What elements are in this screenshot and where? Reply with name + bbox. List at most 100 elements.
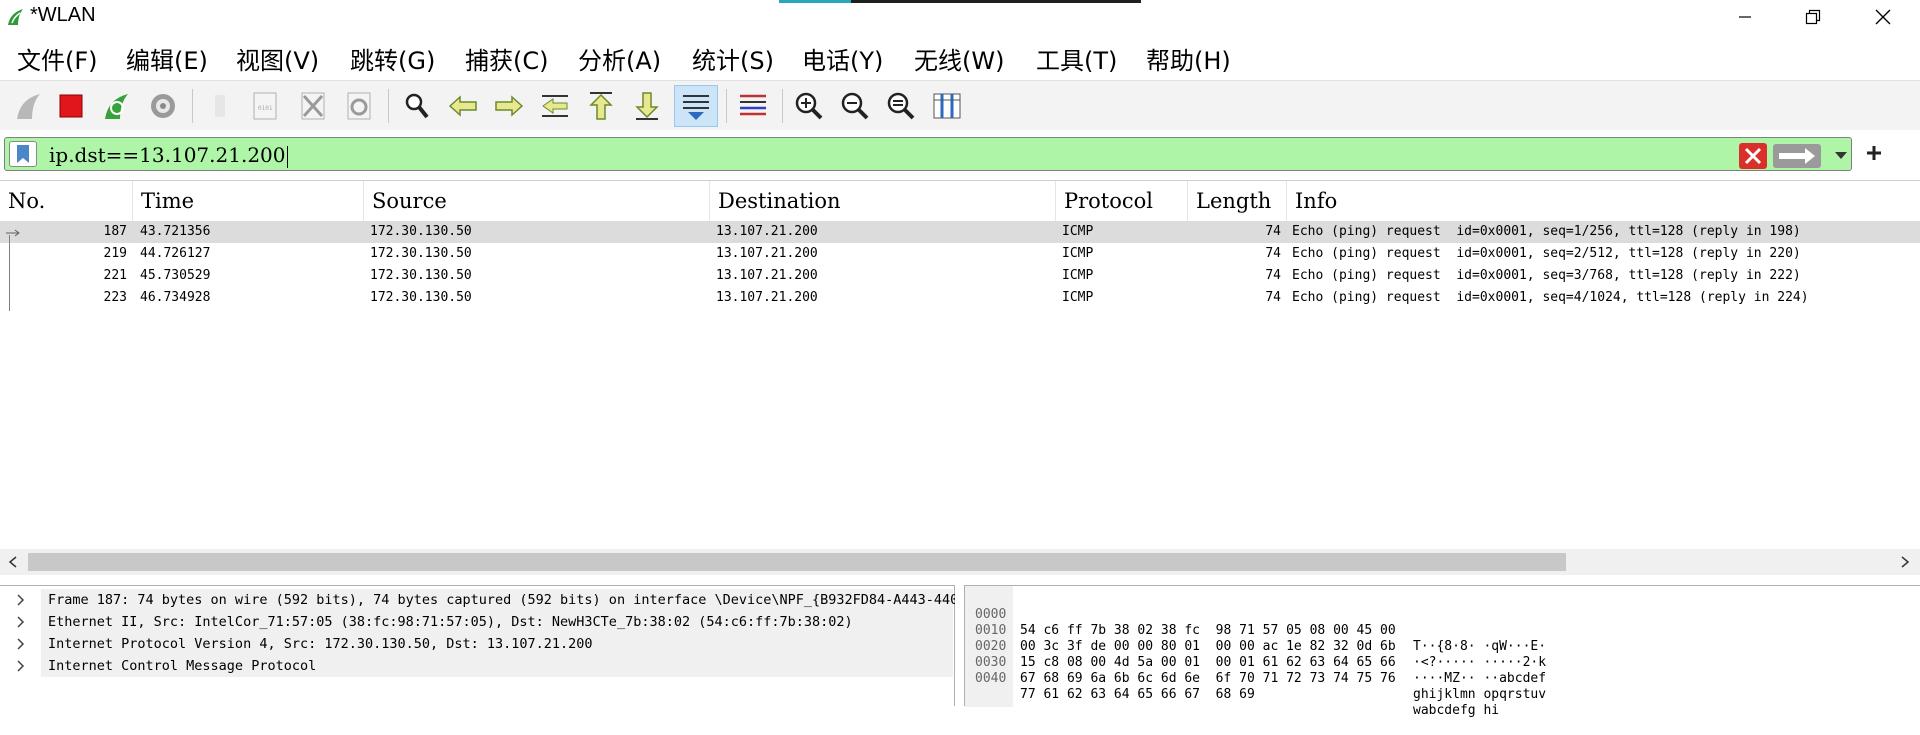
bytes-line[interactable]: 0020 15 c8 08 00 4d 5a 00 01 00 01 61 62… [965, 623, 1546, 686]
chevron-right-icon[interactable] [14, 655, 28, 677]
column-header-length[interactable]: Length [1188, 181, 1287, 221]
restart-capture-icon [105, 94, 128, 119]
packet-length: 74 [1265, 290, 1281, 305]
detail-item-label: Ethernet II, Src: IntelCor_71:57:05 (38:… [41, 611, 953, 633]
capture-options-button[interactable] [144, 87, 182, 125]
close-icon [1875, 9, 1891, 25]
chevron-right-icon[interactable] [14, 611, 28, 633]
packet-source: 172.30.130.50 [370, 224, 472, 239]
detail-tree-item[interactable]: Internet Control Message Protocol [0, 655, 955, 677]
close-file-button[interactable] [294, 87, 332, 125]
bytes-line[interactable]: 0030 67 68 69 6a 6b 6c 6d 6e 6f 70 71 72… [965, 639, 1546, 702]
packet-length: 74 [1265, 268, 1281, 283]
packet-protocol: ICMP [1062, 246, 1094, 261]
detail-tree-item[interactable]: Internet Protocol Version 4, Src: 172.30… [0, 633, 955, 655]
packet-info: Echo (ping) request id=0x0001, seq=1/256… [1292, 224, 1801, 239]
menu-tools[interactable]: 工具(T) [1036, 41, 1117, 76]
bytes-ascii: T··{8·8· ·qW···E· [1413, 639, 1547, 654]
detail-item-label: Internet Control Message Protocol [41, 655, 953, 677]
restart-capture-button[interactable] [98, 87, 136, 125]
go-forward-button[interactable] [490, 87, 528, 125]
zoom-in-button[interactable] [790, 87, 828, 125]
display-filter-bar: ip.dst==13.107.21.200 [0, 134, 1920, 174]
detail-tree-item[interactable]: Frame 187: 74 bytes on wire (592 bits), … [0, 589, 955, 611]
filter-bookmark-button[interactable] [9, 141, 37, 167]
menu-wireless[interactable]: 无线(W) [914, 41, 1004, 76]
chevron-right-icon[interactable] [14, 633, 28, 655]
detail-tree-item[interactable]: Ethernet II, Src: IntelCor_71:57:05 (38:… [0, 611, 955, 633]
menu-statistics[interactable]: 统计(S) [692, 41, 774, 76]
toolbar-separator [192, 89, 193, 123]
close-window-button[interactable] [1848, 0, 1918, 34]
column-header-destination[interactable]: Destination [710, 181, 1056, 221]
column-header-no[interactable]: No. [0, 181, 133, 221]
chevron-right-icon[interactable] [14, 589, 28, 611]
scrollbar-thumb[interactable] [28, 553, 1566, 571]
column-header-info[interactable]: Info [1287, 181, 1920, 221]
packet-row[interactable]: 187 43.721356 172.30.130.50 13.107.21.20… [0, 221, 1920, 243]
find-packet-button[interactable] [398, 87, 436, 125]
bytes-line[interactable]: 0010 00 3c 3f de 00 00 80 01 00 00 ac 1e… [965, 607, 1546, 670]
packet-row[interactable]: 223 46.734928 172.30.130.50 13.107.21.20… [0, 287, 1920, 309]
clear-filter-button[interactable] [1739, 143, 1767, 169]
packet-list-hscrollbar[interactable] [0, 549, 1920, 575]
display-filter-field[interactable]: ip.dst==13.107.21.200 [4, 137, 1852, 171]
packet-row[interactable]: 221 45.730529 172.30.130.50 13.107.21.20… [0, 265, 1920, 287]
toolbar-separator [726, 89, 727, 123]
bytes-line[interactable]: 0040 77 61 62 63 64 65 66 67 68 69 wabcd… [965, 655, 1499, 718]
menu-analyze[interactable]: 分析(A) [578, 41, 661, 76]
main-toolbar: 0101 [0, 80, 1920, 130]
bytes-ascii: ghijklmn opqrstuv [1413, 687, 1547, 702]
menu-capture[interactable]: 捕获(C) [465, 41, 548, 76]
title-bar-accent-dark [851, 0, 1141, 3]
restore-icon [1805, 9, 1821, 25]
open-file-button[interactable] [202, 87, 240, 125]
column-header-protocol[interactable]: Protocol [1056, 181, 1188, 221]
go-to-packet-button[interactable] [536, 87, 574, 125]
display-filter-input[interactable]: ip.dst==13.107.21.200 [49, 143, 288, 168]
go-back-button[interactable] [444, 87, 482, 125]
colorize-button[interactable] [734, 87, 772, 125]
restore-button[interactable] [1778, 0, 1848, 34]
menu-go[interactable]: 跳转(G) [350, 41, 435, 76]
normal-size-button[interactable] [882, 87, 920, 125]
menu-help[interactable]: 帮助(H) [1146, 41, 1231, 76]
reload-file-button[interactable] [340, 87, 378, 125]
stop-capture-button[interactable] [52, 87, 90, 125]
column-header-time[interactable]: Time [133, 181, 364, 221]
menu-file[interactable]: 文件(F) [17, 41, 98, 76]
bytes-offset: 0040 [975, 671, 1007, 686]
packet-destination: 13.107.21.200 [716, 290, 818, 305]
bytes-hex: 67 68 69 6a 6b 6c 6d 6e 6f 70 71 72 73 7… [1020, 671, 1396, 686]
menu-view[interactable]: 视图(V) [236, 41, 319, 76]
zoom-out-button[interactable] [836, 87, 874, 125]
colorize-icon [740, 94, 766, 116]
filter-history-dropdown[interactable] [1833, 146, 1849, 166]
menu-edit[interactable]: 编辑(E) [126, 41, 208, 76]
save-file-button[interactable]: 0101 [246, 87, 284, 125]
first-packet-button[interactable] [582, 87, 620, 125]
packet-time: 45.730529 [140, 268, 211, 283]
scroll-right-icon[interactable] [1900, 556, 1910, 568]
add-filter-button-button[interactable] [1862, 140, 1886, 166]
packet-protocol: ICMP [1062, 224, 1094, 239]
last-packet-button[interactable] [628, 87, 666, 125]
apply-filter-button[interactable] [1773, 144, 1821, 168]
packet-no: 223 [103, 290, 127, 305]
scroll-left-icon[interactable] [8, 556, 18, 568]
bytes-hex: 15 c8 08 00 4d 5a 00 01 00 01 61 62 63 6… [1020, 655, 1396, 670]
start-capture-button[interactable] [10, 87, 48, 125]
autoscroll-button[interactable] [674, 85, 718, 127]
plus-icon [1867, 146, 1881, 160]
packet-row[interactable]: 219 44.726127 172.30.130.50 13.107.21.20… [0, 243, 1920, 265]
bytes-line[interactable]: 0000 54 c6 ff 7b 38 02 38 fc 98 71 57 05… [965, 591, 1546, 654]
resize-columns-button[interactable] [928, 87, 966, 125]
go-back-icon [448, 95, 477, 117]
column-header-source[interactable]: Source [364, 181, 710, 221]
minimize-icon [1739, 16, 1751, 18]
menu-telephony[interactable]: 电话(Y) [802, 41, 883, 76]
packet-source: 172.30.130.50 [370, 290, 472, 305]
wireshark-logo-icon [8, 9, 23, 25]
packet-destination: 13.107.21.200 [716, 224, 818, 239]
minimize-button[interactable] [1710, 0, 1780, 34]
